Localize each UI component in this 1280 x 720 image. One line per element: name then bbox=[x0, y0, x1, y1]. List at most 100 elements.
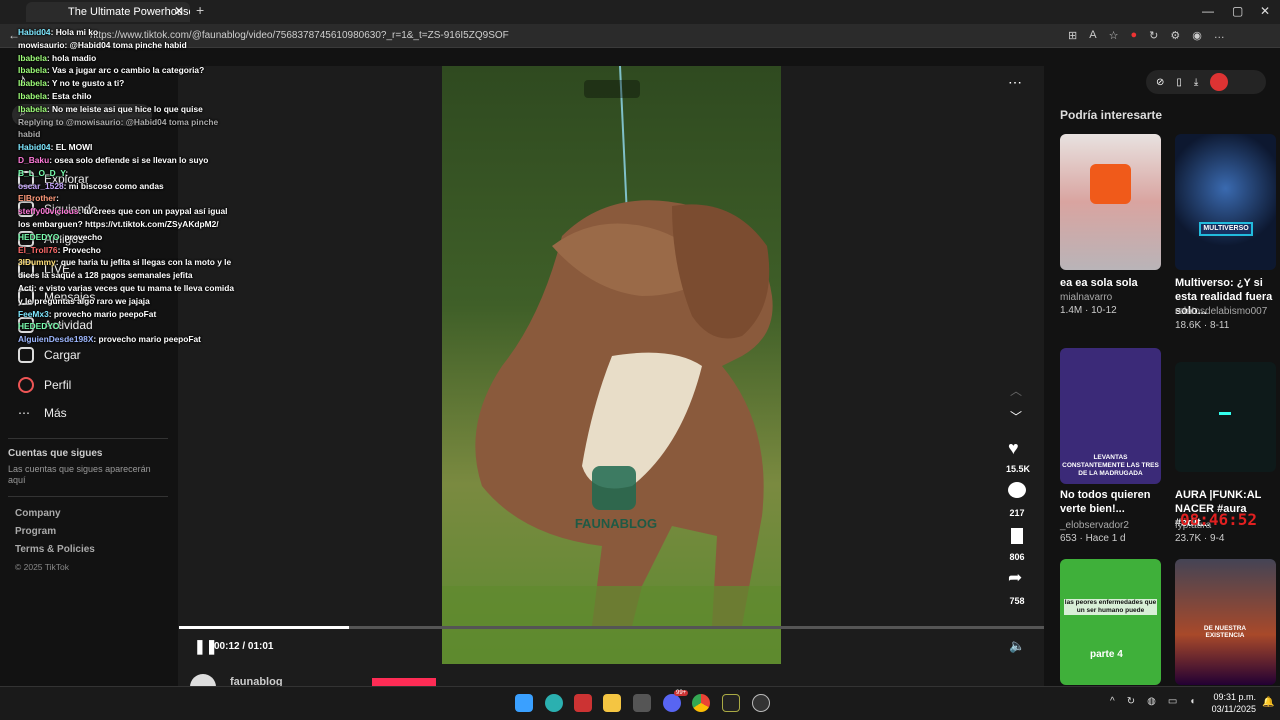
video-frame bbox=[442, 66, 781, 664]
recommendation-stats: 18.6K · 8-11 bbox=[1175, 320, 1230, 331]
chevron-up-icon[interactable]: ^ bbox=[1110, 696, 1115, 707]
chat-message: Acti: e visto varias veces que tu mama t… bbox=[18, 282, 238, 308]
chat-username[interactable]: HEDEDYO bbox=[18, 232, 59, 242]
chat-username[interactable]: Ibabela bbox=[18, 104, 47, 114]
recommendation-author[interactable]: relatosdelabismo007 bbox=[1175, 306, 1267, 317]
chat-message: HEDEDYO: provecho bbox=[18, 231, 238, 244]
minimize-icon[interactable]: — bbox=[1202, 4, 1214, 18]
sync-icon[interactable]: ↻ bbox=[1127, 696, 1135, 707]
download-icon[interactable]: ⤓ bbox=[1194, 77, 1198, 88]
thumb-badge: MULTIVERSO bbox=[1199, 222, 1253, 236]
app-icon[interactable] bbox=[633, 694, 651, 712]
chat-username[interactable]: Habid04 bbox=[18, 27, 51, 37]
profile-avatar[interactable] bbox=[1210, 73, 1229, 91]
previous-video-icon[interactable]: ︿ bbox=[1010, 382, 1022, 399]
apps-icon[interactable]: ⊞ bbox=[1068, 29, 1077, 43]
refresh-icon[interactable]: ↻ bbox=[1149, 29, 1158, 43]
maximize-icon[interactable]: ▢ bbox=[1232, 4, 1243, 18]
mic-icon[interactable]: ◍ bbox=[1147, 696, 1156, 707]
app-icon[interactable] bbox=[722, 694, 740, 712]
chat-username[interactable]: Ibabela bbox=[18, 78, 47, 88]
recommendation-title[interactable]: ea ea sola sola bbox=[1060, 276, 1172, 290]
recommendation-thumb[interactable]: LEVANTAS CONSTANTEMENTE LAS TRES DE LA M… bbox=[1060, 348, 1161, 484]
footer-program[interactable]: Program bbox=[15, 526, 56, 537]
chrome-icon[interactable] bbox=[692, 694, 710, 712]
chat-username[interactable]: AlguienDesde198X bbox=[18, 334, 93, 344]
more-icon[interactable]: … bbox=[1214, 29, 1225, 43]
chat-text: Vas a jugar arc o cambio la categoria? bbox=[51, 65, 205, 76]
clock-date[interactable]: 03/11/2025 bbox=[1210, 704, 1256, 714]
settings-icon[interactable]: ⚙ bbox=[1170, 29, 1180, 43]
watermark: FAUNABLOG bbox=[574, 516, 658, 531]
recommendation-thumb[interactable] bbox=[1060, 134, 1161, 270]
chat-username[interactable]: Acti bbox=[18, 283, 34, 293]
progress-bar[interactable] bbox=[179, 626, 1044, 629]
chat-username[interactable]: mowisaurio bbox=[18, 40, 65, 50]
footer-company[interactable]: Company bbox=[15, 508, 61, 519]
video-player[interactable]: FAUNABLOG bbox=[442, 66, 781, 664]
comment-icon[interactable] bbox=[1008, 482, 1026, 498]
chat-text: Replying to @mowisaurio: @Habid04 toma p… bbox=[18, 116, 219, 140]
recommendation-thumb[interactable] bbox=[1175, 362, 1276, 472]
recommendation-author[interactable]: mialnavarro bbox=[1060, 292, 1112, 303]
recommendation-stats: 23.7K · 9-4 bbox=[1175, 533, 1225, 544]
read-icon[interactable]: A bbox=[1089, 29, 1096, 43]
chat-username[interactable]: Ibabela bbox=[18, 53, 47, 63]
tab-title: The Ultimate Powerhouse - bbox=[68, 6, 190, 18]
footer-terms[interactable]: Terms & Policies bbox=[15, 544, 95, 555]
windows-start-icon[interactable] bbox=[515, 694, 533, 712]
chat-username[interactable]: B_L_O_D_Y bbox=[18, 168, 65, 178]
chat-username[interactable]: ElBrother bbox=[18, 193, 56, 203]
app-icon[interactable] bbox=[752, 694, 770, 712]
browser-tab[interactable]: The Ultimate Powerhouse - ✕ bbox=[26, 2, 190, 22]
recommendation-thumb[interactable]: MULTIVERSO bbox=[1175, 134, 1276, 270]
chat-username[interactable]: steffy00vicious bbox=[18, 206, 79, 216]
recommendation-thumb[interactable]: las peores enfermedades que un ser human… bbox=[1060, 559, 1161, 685]
chat-username[interactable]: oscar_1528 bbox=[18, 181, 64, 191]
close-tab-icon[interactable]: ✕ bbox=[174, 4, 184, 18]
volume-icon[interactable]: 🔈 bbox=[1009, 638, 1025, 654]
chat-username[interactable]: Ibabela bbox=[18, 91, 47, 101]
share-icon[interactable]: ➦ bbox=[1008, 568, 1022, 588]
recommendation-author[interactable]: _elobservador2 bbox=[1060, 520, 1129, 531]
chat-message: oscar_1528: mi biscoso como andas bbox=[18, 180, 238, 193]
next-video-icon[interactable]: ﹀ bbox=[1010, 408, 1022, 425]
like-icon[interactable]: ♥ bbox=[1008, 438, 1019, 459]
app-icon[interactable] bbox=[574, 694, 592, 712]
sidebar-item-mas[interactable]: ⋯ Más bbox=[18, 402, 168, 424]
edge-icon[interactable] bbox=[545, 694, 563, 712]
folder-icon[interactable] bbox=[603, 694, 621, 712]
chat-message: Ibabela: hola madio bbox=[18, 52, 238, 65]
sidebar-item-perfil[interactable]: Perfil bbox=[18, 374, 168, 396]
chat-username[interactable]: Habid04 bbox=[18, 142, 51, 152]
chat-username[interactable]: HEDEDYO bbox=[18, 321, 59, 331]
chat-username[interactable]: Ibabela bbox=[18, 65, 47, 75]
clock-time[interactable]: 09:31 p.m. bbox=[1210, 692, 1256, 702]
phone-icon[interactable]: ▯ bbox=[1176, 77, 1182, 88]
compass-icon[interactable]: ⊘ bbox=[1156, 77, 1164, 88]
new-tab-icon[interactable]: + bbox=[196, 2, 204, 18]
chat-message: 3IDummy: que haria tu jefita si llegas c… bbox=[18, 256, 238, 282]
notifications-icon[interactable]: 🔔 bbox=[1262, 697, 1274, 708]
volume-icon[interactable]: ◖ bbox=[1189, 696, 1195, 707]
discord-icon[interactable] bbox=[663, 694, 681, 712]
chat-username[interactable]: D_Baku bbox=[18, 155, 49, 165]
favorite-icon[interactable]: ☆ bbox=[1109, 29, 1119, 43]
bookmark-icon[interactable] bbox=[1011, 528, 1023, 544]
avatar[interactable]: ◉ bbox=[1192, 29, 1202, 43]
chat-username[interactable]: El_Troll76 bbox=[18, 245, 58, 255]
extension-icon[interactable]: ● bbox=[1130, 29, 1137, 43]
chat-username[interactable]: FeeMx3 bbox=[18, 309, 49, 319]
chat-text: No me leiste asi que hice lo que quise bbox=[51, 103, 203, 114]
chat-username[interactable]: 3IDummy bbox=[18, 257, 56, 267]
recommendation-title[interactable]: No todos quieren verte bien!... bbox=[1060, 488, 1172, 516]
recommendation-thumb[interactable]: DE NUESTRA EXISTENCIA bbox=[1175, 559, 1276, 685]
chat-text: EL MOWI bbox=[55, 142, 93, 153]
chat-message: ElBrother: bbox=[18, 192, 238, 205]
save-count: 806 bbox=[1009, 552, 1025, 562]
more-options-icon[interactable]: ⋯ bbox=[1008, 74, 1022, 91]
sidebar-item-cargar[interactable]: Cargar bbox=[18, 344, 168, 366]
network-icon[interactable]: ▭ bbox=[1168, 696, 1177, 707]
divider bbox=[8, 438, 168, 439]
close-window-icon[interactable]: ✕ bbox=[1260, 4, 1270, 18]
